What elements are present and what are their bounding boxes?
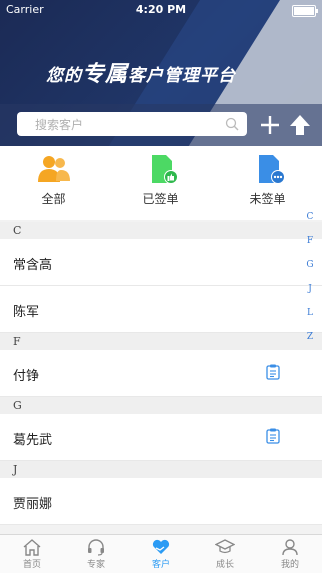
status-bar: Carrier 4:20 PM bbox=[0, 0, 322, 20]
category-label: 未签单 bbox=[249, 192, 286, 206]
customer-name: 陈军 bbox=[13, 305, 40, 320]
tab-label: 专家 bbox=[86, 560, 105, 570]
home-icon bbox=[23, 539, 41, 556]
category-unsigned[interactable]: 未签单 bbox=[214, 146, 321, 220]
category-label: 全部 bbox=[41, 192, 66, 206]
tab-profile[interactable]: 我的 bbox=[258, 535, 322, 573]
status-time: 4:20 PM bbox=[135, 3, 187, 16]
customer-row[interactable]: 常含高 bbox=[0, 239, 322, 286]
category-label: 已签单 bbox=[142, 192, 179, 206]
banner-slogan: 您的专属客户管理平台 bbox=[46, 62, 237, 87]
people-icon bbox=[38, 156, 70, 182]
heart-hands-icon bbox=[152, 539, 170, 554]
search-icon bbox=[225, 117, 239, 131]
customer-name: 付铮 bbox=[13, 369, 40, 384]
tab-customers[interactable]: 客户 bbox=[129, 535, 193, 573]
category-signed[interactable]: 已签单 bbox=[107, 146, 214, 220]
customer-name: 贾丽娜 bbox=[13, 497, 53, 512]
tab-bar: 首页 专家 客户 成长 我的 bbox=[0, 534, 322, 573]
index-letter[interactable]: Z bbox=[303, 332, 317, 356]
customer-name: 常含高 bbox=[13, 258, 53, 273]
tab-label: 我的 bbox=[280, 560, 299, 570]
section-header-f: F bbox=[0, 333, 322, 350]
section-index[interactable]: C F G J L Z bbox=[303, 212, 317, 356]
tab-growth[interactable]: 成长 bbox=[193, 535, 257, 573]
section-header-c: C bbox=[0, 222, 322, 239]
add-customer-button[interactable] bbox=[258, 113, 282, 137]
customer-list: C 常含高 陈军 F 付铮 G 葛先武 J 贾丽娜 bbox=[0, 222, 322, 534]
customer-row[interactable]: 贾丽娜 bbox=[0, 478, 322, 525]
clipboard-icon[interactable] bbox=[266, 428, 280, 444]
index-letter[interactable]: L bbox=[303, 308, 317, 332]
tab-label: 客户 bbox=[151, 560, 170, 570]
search-placeholder: 搜索客户 bbox=[35, 118, 84, 132]
doc-thumb-icon bbox=[152, 155, 178, 184]
index-letter[interactable]: G bbox=[303, 260, 317, 284]
tab-experts[interactable]: 专家 bbox=[64, 535, 128, 573]
customer-name: 葛先武 bbox=[13, 433, 53, 448]
index-letter[interactable]: J bbox=[303, 284, 317, 308]
tab-label: 首页 bbox=[22, 560, 41, 570]
index-letter[interactable]: F bbox=[303, 236, 317, 260]
user-icon bbox=[282, 539, 298, 556]
section-header-g: G bbox=[0, 397, 322, 414]
index-letter[interactable]: C bbox=[303, 212, 317, 236]
category-all[interactable]: 全部 bbox=[0, 146, 107, 220]
tab-home[interactable]: 首页 bbox=[0, 535, 64, 573]
search-input[interactable]: 搜索客户 bbox=[17, 112, 247, 136]
category-bar: 全部 已签单 未签单 bbox=[0, 146, 322, 220]
grad-cap-icon bbox=[215, 539, 235, 554]
customer-row[interactable]: 葛先武 bbox=[0, 414, 322, 461]
upload-button[interactable] bbox=[288, 113, 312, 137]
tab-label: 成长 bbox=[215, 560, 234, 570]
customer-row[interactable]: 陈军 bbox=[0, 286, 322, 333]
headset-icon bbox=[88, 539, 104, 556]
clipboard-icon[interactable] bbox=[266, 364, 280, 380]
customer-row[interactable]: 付铮 bbox=[0, 350, 322, 397]
section-header-j: J bbox=[0, 461, 322, 478]
battery-icon bbox=[292, 5, 318, 17]
doc-more-icon bbox=[259, 155, 285, 184]
